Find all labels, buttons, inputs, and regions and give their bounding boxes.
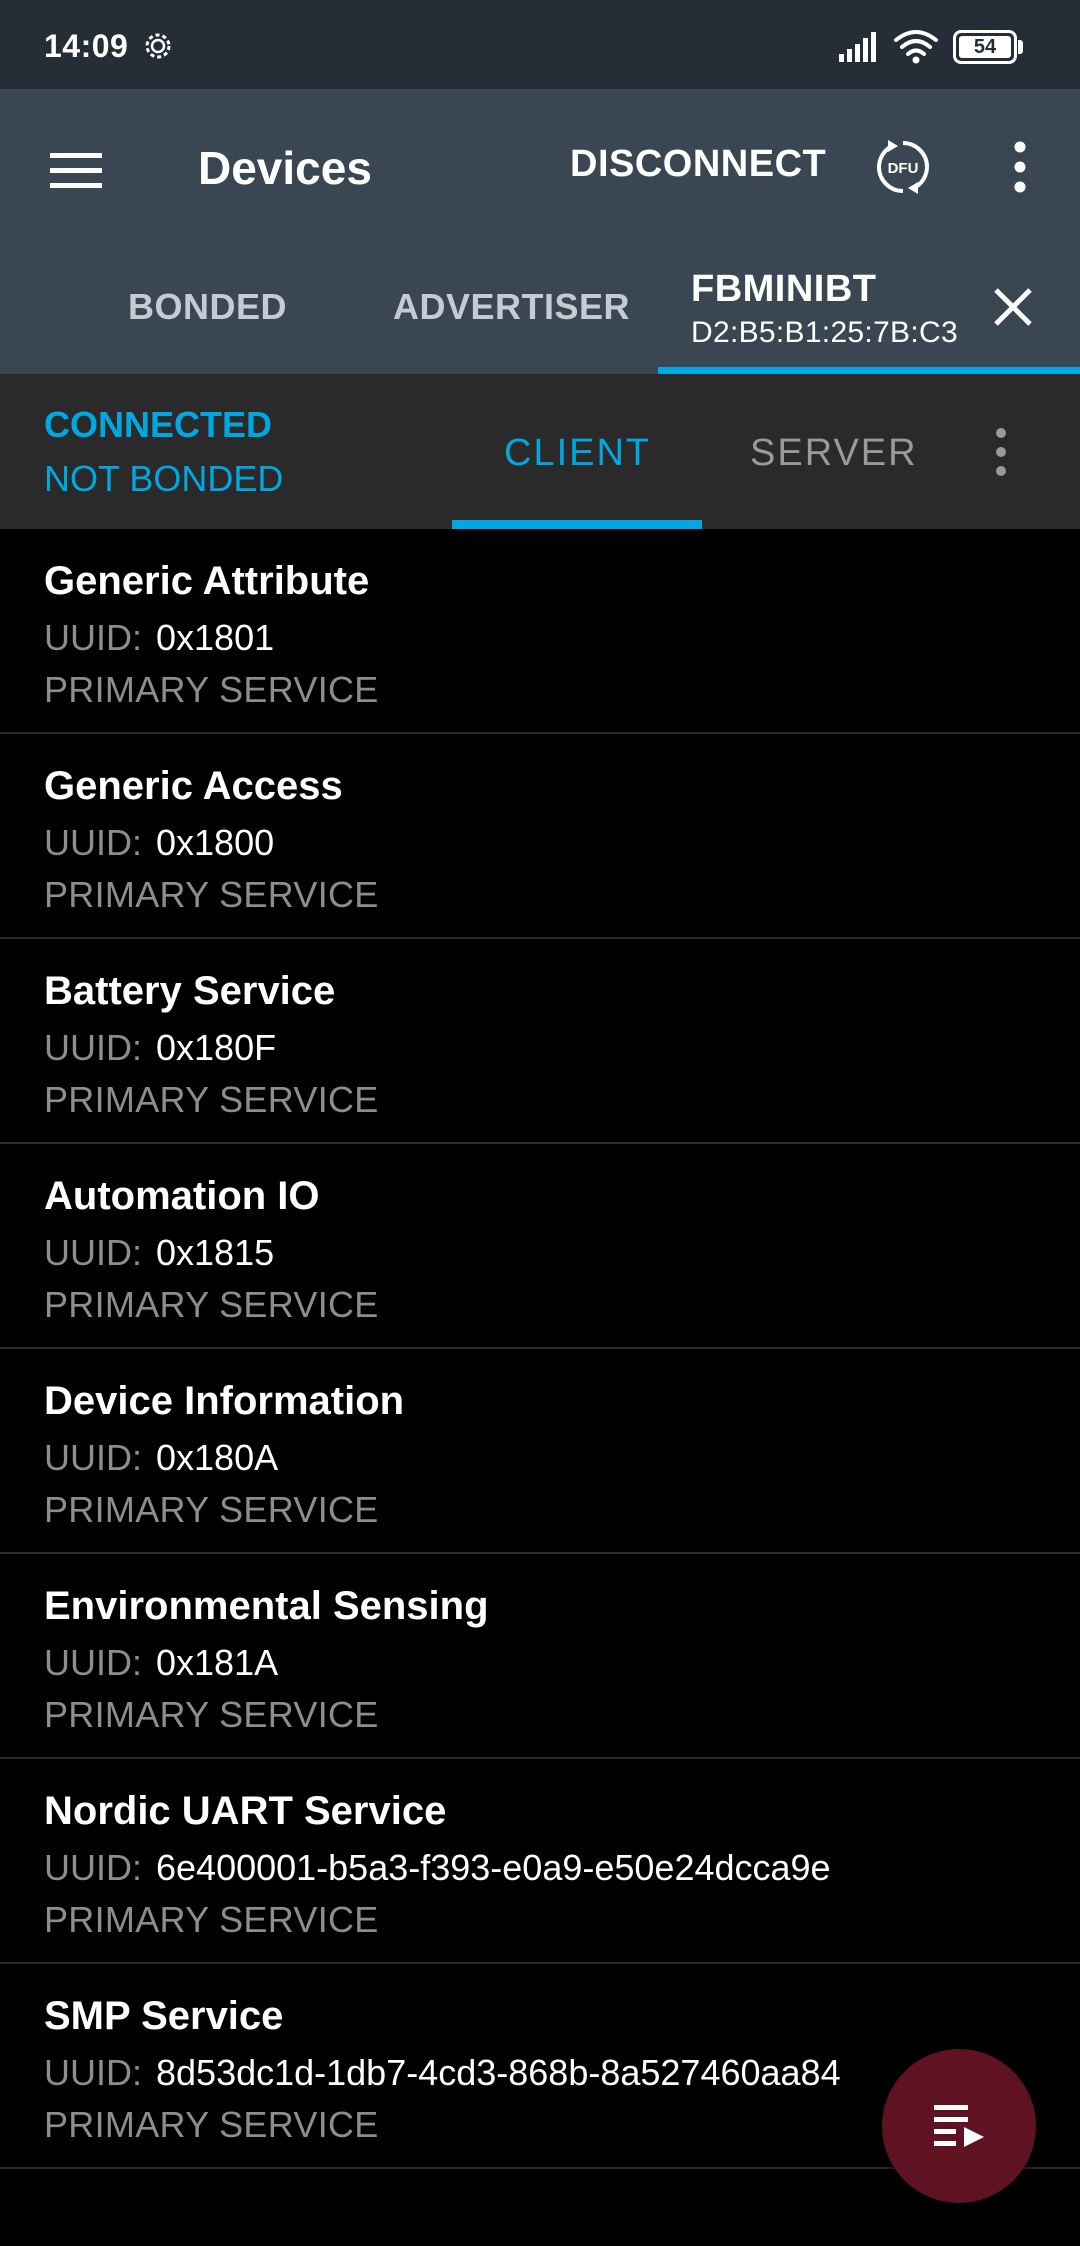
dfu-icon[interactable]: DFU (874, 138, 932, 196)
uuid-value: 6e400001-b5a3-f393-e0a9-e50e24dcca9e (156, 1847, 831, 1888)
status-bar: 14:09 54 (0, 0, 1080, 89)
uuid-label: UUID: (44, 1847, 142, 1888)
uuid-label: UUID: (44, 1027, 142, 1068)
uuid-value: 0x1815 (156, 1232, 275, 1273)
service-type: PRIMARY SERVICE (44, 1694, 379, 1735)
disconnect-button[interactable]: DISCONNECT (570, 143, 826, 186)
service-list: Generic Attribute UUID: 0x1801 PRIMARY SE… (0, 529, 1080, 2169)
device-mac-address: D2:B5:B1:25:7B:C3 (691, 316, 958, 349)
service-item-device-information[interactable]: Device Information UUID: 0x180A PRIMARY S… (0, 1349, 1080, 1554)
service-item-automation-io[interactable]: Automation IO UUID: 0x1815 PRIMARY SERVIC… (0, 1144, 1080, 1349)
uuid-label: UUID: (44, 2052, 142, 2093)
battery-level: 54 (959, 36, 1011, 58)
uuid-value: 8d53dc1d-1db7-4cd3-868b-8a527460aa84 (156, 2052, 841, 2093)
service-name: Device Information (44, 1379, 405, 1423)
service-uuid: UUID: 0x180A (44, 1437, 278, 1479)
client-tab-indicator (452, 520, 702, 529)
connection-state: CONNECTED (44, 404, 273, 445)
settings-gear-icon (145, 33, 171, 59)
uuid-label: UUID: (44, 1437, 142, 1478)
service-name: Generic Attribute (44, 559, 370, 603)
close-icon[interactable] (990, 284, 1036, 330)
playlist-play-icon (934, 2105, 984, 2147)
service-name: Battery Service (44, 969, 336, 1013)
service-uuid: UUID: 0x1815 (44, 1232, 274, 1274)
device-name: FBMINIBT (691, 268, 877, 310)
wifi-icon (894, 30, 938, 64)
tab-client[interactable]: CLIENT (504, 432, 651, 475)
uuid-value: 0x1801 (156, 617, 275, 658)
menu-icon[interactable] (48, 147, 104, 195)
service-uuid: UUID: 6e400001-b5a3-f393-e0a9-e50e24dcca9… (44, 1847, 831, 1889)
uuid-value: 0x1800 (156, 822, 275, 863)
service-uuid: UUID: 0x1801 (44, 617, 274, 659)
service-uuid: UUID: 0x181A (44, 1642, 278, 1684)
service-type: PRIMARY SERVICE (44, 874, 379, 915)
service-item-environmental-sensing[interactable]: Environmental Sensing UUID: 0x181A PRIMAR… (0, 1554, 1080, 1759)
service-type: PRIMARY SERVICE (44, 1489, 379, 1530)
bond-state: NOT BONDED (44, 458, 284, 499)
overflow-menu-icon[interactable] (1000, 141, 1040, 193)
uuid-label: UUID: (44, 1642, 142, 1683)
service-item-nordic-uart-service[interactable]: Nordic UART Service UUID: 6e400001-b5a3-f… (0, 1759, 1080, 1964)
uuid-value: 0x181A (156, 1642, 279, 1683)
uuid-label: UUID: (44, 1232, 142, 1273)
app-bar: Devices DISCONNECT DFU BONDED ADVERTISER… (0, 89, 1080, 374)
cell-signal-icon (839, 32, 876, 62)
service-name: Environmental Sensing (44, 1584, 489, 1628)
service-item-battery-service[interactable]: Battery Service UUID: 0x180F PRIMARY SERV… (0, 939, 1080, 1144)
log-fab-button[interactable] (882, 2049, 1036, 2203)
tab-server[interactable]: SERVER (750, 432, 918, 475)
uuid-label: UUID: (44, 617, 142, 658)
service-type: PRIMARY SERVICE (44, 669, 379, 710)
service-uuid: UUID: 0x1800 (44, 822, 274, 864)
service-name: Generic Access (44, 764, 343, 808)
connection-bar: CONNECTED NOT BONDED CLIENT SERVER (0, 374, 1080, 529)
service-item-generic-attribute[interactable]: Generic Attribute UUID: 0x1801 PRIMARY SE… (0, 529, 1080, 734)
service-name: Nordic UART Service (44, 1789, 447, 1833)
service-uuid: UUID: 8d53dc1d-1db7-4cd3-868b-8a527460aa8… (44, 2052, 841, 2094)
tab-indicator (658, 367, 1080, 374)
service-name: Automation IO (44, 1174, 320, 1218)
uuid-value: 0x180A (156, 1437, 279, 1478)
battery-icon: 54 (953, 30, 1023, 64)
page-title: Devices (198, 142, 372, 194)
dfu-label: DFU (888, 160, 919, 177)
uuid-value: 0x180F (156, 1027, 277, 1068)
service-item-generic-access[interactable]: Generic Access UUID: 0x1800 PRIMARY SERVI… (0, 734, 1080, 939)
tab-device[interactable]: FBMINIBT D2:B5:B1:25:7B:C3 (658, 264, 1080, 374)
service-uuid: UUID: 0x180F (44, 1027, 276, 1069)
service-type: PRIMARY SERVICE (44, 1284, 379, 1325)
service-type: PRIMARY SERVICE (44, 2104, 379, 2145)
service-type: PRIMARY SERVICE (44, 1079, 379, 1120)
service-name: SMP Service (44, 1994, 284, 2038)
uuid-label: UUID: (44, 822, 142, 863)
device-tabs: BONDED ADVERTISER FBMINIBT D2:B5:B1:25:7… (0, 264, 1080, 374)
service-type: PRIMARY SERVICE (44, 1899, 379, 1940)
connection-overflow-icon[interactable] (986, 426, 1016, 478)
status-time: 14:09 (44, 28, 129, 64)
